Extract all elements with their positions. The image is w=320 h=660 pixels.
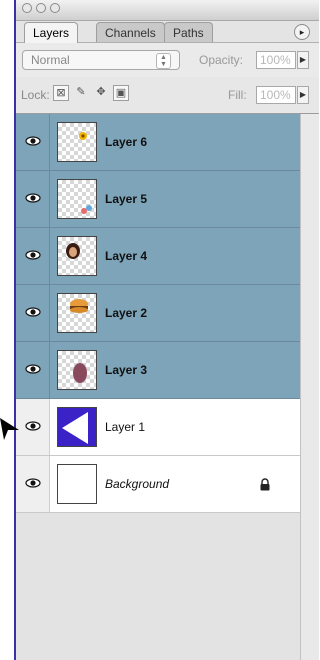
blend-options-bar: Normal ▲ ▼ Opacity: 100% ▶ — [16, 42, 319, 78]
close-window-button[interactable] — [22, 3, 32, 13]
panel-tabs: Layers Channels Paths ▸ — [24, 22, 314, 43]
zoom-window-button[interactable] — [50, 3, 60, 13]
layer-name: Layer 6 — [105, 135, 148, 149]
layer-thumbnail-burger-icon — [57, 293, 97, 333]
fill-label: Fill: — [228, 88, 247, 102]
visibility-eye-icon[interactable] — [16, 285, 50, 341]
layer-row-layer-3[interactable]: Layer 3 — [16, 342, 300, 399]
minimize-window-button[interactable] — [36, 3, 46, 13]
layer-thumbnail-oval-icon — [57, 350, 97, 390]
layer-thumbnail-portrait-icon — [57, 236, 97, 276]
panel-titlebar — [16, 0, 319, 21]
layer-name: Layer 4 — [105, 249, 148, 263]
lock-transparent-icon[interactable]: ⊠ — [53, 85, 69, 101]
tab-channels[interactable]: Channels — [96, 22, 165, 42]
opacity-arrow-icon[interactable]: ▶ — [297, 51, 309, 69]
visibility-eye-icon[interactable] — [16, 456, 50, 512]
tab-paths[interactable]: Paths — [164, 22, 213, 42]
layer-row-layer-1[interactable]: Layer 1 — [16, 399, 300, 456]
tab-layers[interactable]: Layers — [24, 22, 79, 43]
layer-thumbnail-triangle-icon — [57, 407, 97, 447]
opacity-label: Opacity: — [199, 53, 244, 67]
lock-all-icon[interactable]: ▣ — [113, 85, 129, 101]
layer-thumbnail-flower-icon — [57, 122, 97, 162]
visibility-eye-icon[interactable] — [16, 399, 50, 455]
layer-row-background[interactable]: Background — [16, 456, 300, 513]
layer-name: Layer 5 — [105, 192, 148, 206]
layer-thumbnail-balls-icon — [57, 179, 97, 219]
lock-bar: Lock: ⊠ ✎ ✥ ▣ Fill: 100% ▶ — [16, 77, 319, 114]
layer-name: Layer 1 — [105, 420, 146, 434]
visibility-eye-icon[interactable] — [16, 342, 50, 398]
layer-row-layer-6[interactable]: Layer 6 — [16, 114, 300, 171]
visibility-eye-icon[interactable] — [16, 228, 50, 284]
blend-mode-value: Normal — [31, 53, 70, 67]
visibility-eye-icon[interactable] — [16, 114, 50, 170]
panel-menu-icon[interactable]: ▸ — [294, 24, 310, 40]
select-arrows-icon: ▲ ▼ — [156, 53, 171, 69]
layer-name: Layer 2 — [105, 306, 148, 320]
blend-mode-select[interactable]: Normal ▲ ▼ — [22, 50, 180, 70]
opacity-field[interactable]: 100% — [256, 51, 296, 69]
layers-panel: Layers Channels Paths ▸ Normal ▲ ▼ Opacit… — [14, 0, 319, 660]
fill-arrow-icon[interactable]: ▶ — [297, 86, 309, 104]
layer-name: Background — [105, 477, 170, 491]
fill-field[interactable]: 100% — [256, 86, 296, 104]
pointer-arrow-icon — [0, 418, 19, 440]
layer-name: Layer 3 — [105, 363, 148, 377]
layer-lock-icon — [260, 478, 270, 491]
layer-row-layer-2[interactable]: Layer 2 — [16, 285, 300, 342]
visibility-eye-icon[interactable] — [16, 171, 50, 227]
layer-row-layer-5[interactable]: Layer 5 — [16, 171, 300, 228]
layers-list: Layer 6 Layer 5 Layer 4 Layer 2 Layer 3 … — [16, 114, 319, 660]
lock-image-brush-icon[interactable]: ✎ — [73, 85, 89, 101]
lock-label: Lock: — [21, 88, 50, 102]
layer-row-layer-4[interactable]: Layer 4 — [16, 228, 300, 285]
layers-scrollbar[interactable] — [300, 114, 319, 660]
layer-thumbnail-blank — [57, 464, 97, 504]
lock-position-move-icon[interactable]: ✥ — [93, 85, 109, 101]
